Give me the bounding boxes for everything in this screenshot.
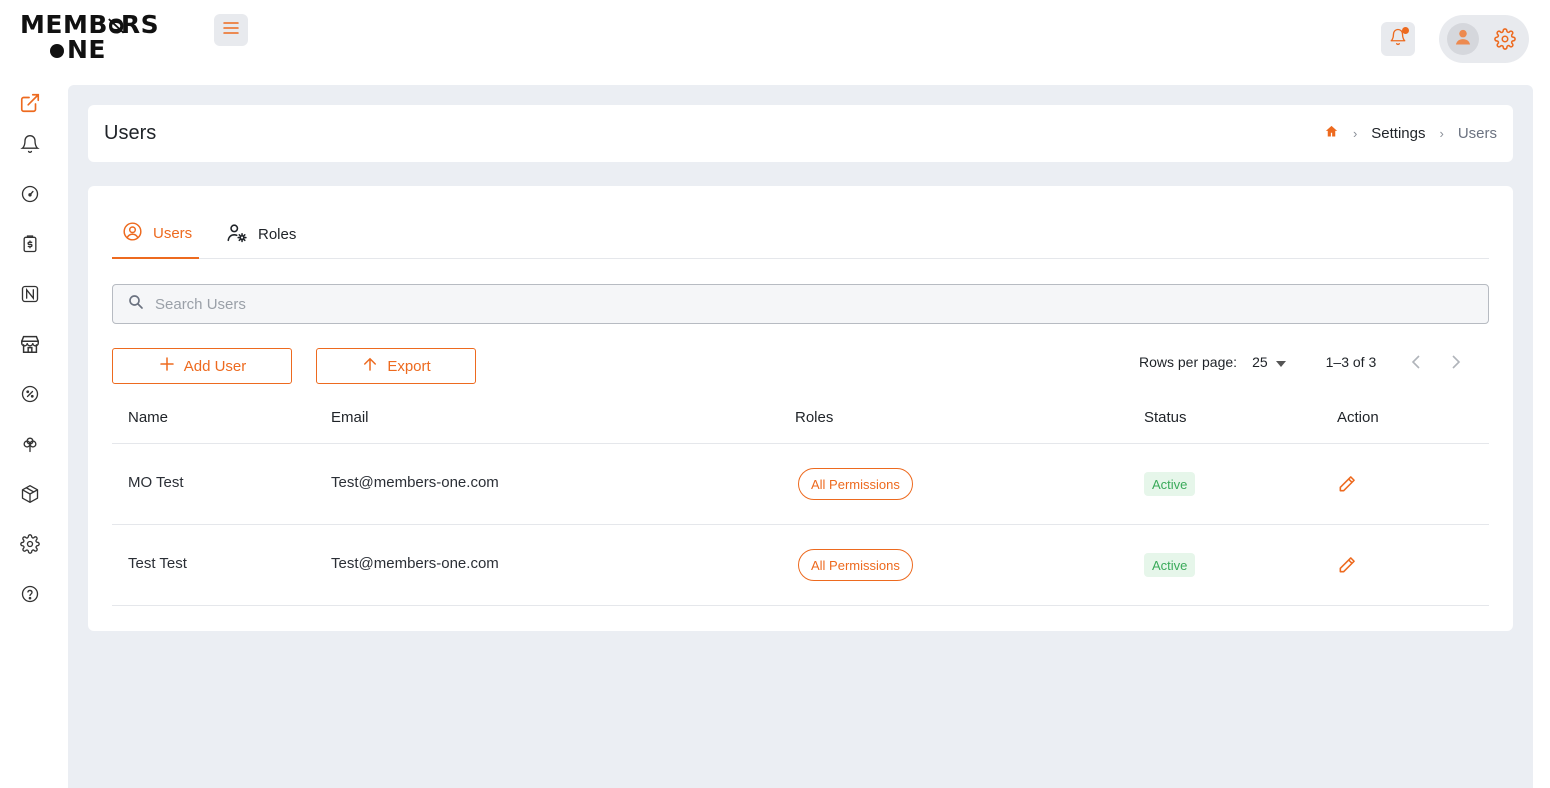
gear-icon [20,533,40,559]
sidebar-item-members[interactable] [18,284,42,308]
users-panel: Users Roles Add User Export Rows per pag… [88,186,1513,631]
package-icon [20,484,40,509]
tab-users[interactable]: Users [112,210,199,259]
id-card-icon [20,284,40,309]
notifications-button[interactable] [1381,22,1415,56]
logo-line-1: MEMBᴓRS [20,10,160,39]
user-email: Test@members-one.com [331,555,499,572]
sidebar-item-notifications[interactable] [18,134,42,158]
logo-line-2: NE [20,37,170,62]
rows-per-page-value: 25 [1252,354,1268,370]
breadcrumb-users: Users [1457,125,1497,142]
hamburger-icon [223,21,239,40]
tab-roles-label: Roles [258,226,297,243]
next-page-button[interactable] [1446,355,1466,369]
sidebar-item-settings[interactable] [18,533,42,559]
user-gear-icon [226,222,248,248]
page-title: Users [104,122,157,144]
profile-menu[interactable] [1439,15,1529,63]
page-range: 1–3 of 3 [1325,354,1377,370]
rows-per-page-label: Rows per page: [1139,354,1238,370]
role-chip[interactable]: All Permissions [798,468,913,500]
status-badge: Active [1144,472,1196,496]
tab-bar: Users Roles [112,210,1489,259]
add-user-button[interactable]: Add User [112,348,292,384]
search-input[interactable] [155,295,1455,313]
sidebar-item-store[interactable] [18,334,42,358]
column-header-action: Action [1337,409,1379,426]
rows-per-page-select[interactable]: 25 [1252,354,1286,370]
user-circle-icon [122,221,143,246]
column-header-roles[interactable]: Roles [795,409,833,426]
tab-users-label: Users [153,225,193,242]
members-one-logo[interactable]: MEMBᴓRS NE [20,12,170,62]
chevron-right-icon: › [1439,126,1444,141]
status-badge: Active [1144,553,1196,577]
plus-icon [158,355,176,377]
export-button[interactable]: Export [316,348,476,384]
table-row[interactable]: Test Test Test@members-one.com All Permi… [112,525,1489,606]
content-area: Users › Settings › Users Users Roles Sea… [68,85,1533,788]
sidebar-item-billing[interactable] [18,234,42,258]
chevron-right-icon: › [1352,126,1358,141]
column-header-name[interactable]: Name [128,409,168,426]
page-header: Users › Settings › Users [88,105,1513,162]
edit-icon[interactable] [1337,474,1357,498]
discount-icon [20,384,40,409]
menu-toggle-button[interactable] [214,14,248,46]
sidebar-item-discounts[interactable] [18,384,42,408]
user-name: Test Test [128,555,187,572]
tab-roles[interactable]: Roles [226,210,296,259]
home-icon[interactable] [1324,124,1339,143]
breadcrumb: › Settings › Users [1324,124,1497,143]
caret-down-icon [1275,354,1286,370]
clover-icon [20,434,40,459]
users-table: Name Email Roles Status Action MO Test T… [112,396,1489,606]
table-row[interactable]: MO Test Test@members-one.com All Permiss… [112,444,1489,525]
receipt-dollar-icon [20,234,40,259]
arrow-up-icon [361,355,379,377]
bell-icon [20,134,40,159]
export-label: Export [387,357,431,375]
prev-page-button[interactable] [1406,355,1426,369]
notification-dot [1402,27,1409,34]
search-box [112,284,1489,324]
user-email: Test@members-one.com [331,474,499,491]
external-link-icon [19,92,41,119]
column-header-status[interactable]: Status [1144,409,1187,426]
edit-icon[interactable] [1337,555,1357,579]
add-user-label: Add User [183,357,247,375]
column-header-email[interactable]: Email [331,409,369,426]
sidebar-item-help[interactable] [18,584,42,608]
sidebar-item-inventory[interactable] [18,484,42,508]
user-name: MO Test [128,474,184,491]
avatar[interactable] [1447,23,1479,55]
gauge-icon [20,184,40,209]
role-chip[interactable]: All Permissions [798,549,913,581]
gear-icon[interactable] [1494,28,1516,55]
sidebar-item-golf[interactable] [18,434,42,458]
sidebar-item-dashboard[interactable] [18,184,42,208]
store-icon [19,333,41,360]
breadcrumb-settings[interactable]: Settings [1371,125,1425,142]
table-header: Name Email Roles Status Action [112,396,1489,444]
sidebar-item-external-link[interactable] [18,93,42,117]
user-icon [1453,27,1473,52]
pagination: Rows per page: 25 1–3 of 3 [1139,354,1466,370]
help-icon [20,584,40,609]
search-icon [127,293,145,316]
